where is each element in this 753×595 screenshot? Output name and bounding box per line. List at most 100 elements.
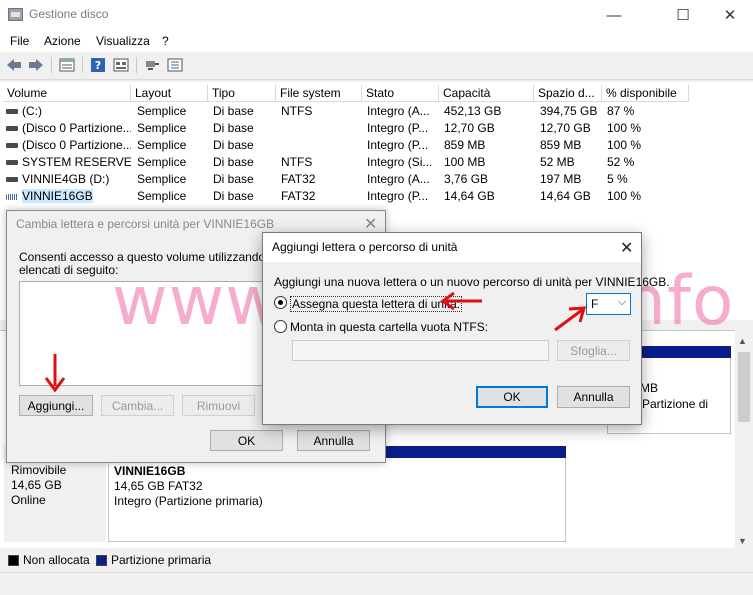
table-cell-fs: FAT32 <box>278 171 362 188</box>
table-row[interactable]: SYSTEM RESERVED Semplice Di base NTFS Integr… <box>0 154 753 171</box>
table-cell-text: Semplice <box>137 104 187 118</box>
table-row[interactable]: VINNIE4GB (D:) Semplice Di base FAT32 Integr… <box>0 171 753 188</box>
browse-button[interactable]: Sfoglia... <box>557 340 630 361</box>
maximize-button[interactable]: ☐ <box>660 0 706 30</box>
title-bar <box>0 0 753 30</box>
menu-file[interactable]: File <box>10 34 29 48</box>
annotation-arrow-down-icon <box>44 354 66 393</box>
table-cell-spazio: 859 MB <box>537 137 602 154</box>
table-cell-capacita: 3,76 GB <box>441 171 534 188</box>
table-cell-layout: Semplice <box>134 154 208 171</box>
table-cell-fs: NTFS <box>278 103 362 120</box>
usb-drive-icon <box>6 194 18 200</box>
column-header-perc[interactable]: % disponibile <box>602 85 689 102</box>
disk-type: Rimovibile <box>11 463 67 477</box>
table-cell-text: 100 MB <box>444 155 486 169</box>
table-cell-tipo: Di base <box>210 137 276 154</box>
cancel-button[interactable]: Annulla <box>557 386 630 408</box>
settings-list-icon[interactable] <box>165 56 185 74</box>
column-header-stato[interactable]: Stato <box>362 85 439 102</box>
table-cell-text: (Disco 0 Partizione... <box>22 121 131 135</box>
close-button[interactable]: ✕ <box>707 0 753 30</box>
table-cell-text: 14,64 GB <box>444 189 495 203</box>
dialog-close-icon[interactable]: ✕ <box>620 238 633 258</box>
menu-azione[interactable]: Azione <box>44 34 81 48</box>
annotation-arrow-left-icon <box>440 291 482 311</box>
connect-icon[interactable] <box>142 56 162 74</box>
table-row[interactable]: VINNIE16GB Semplice Di base FAT32 Integro (P… <box>0 188 753 205</box>
table-cell-stato: Integro (P... <box>364 120 439 137</box>
minimize-button[interactable]: — <box>591 0 637 30</box>
table-cell-text: (Disco 0 Partizione... <box>22 138 131 152</box>
column-header-tipo[interactable]: Tipo <box>208 85 276 102</box>
column-header-layout[interactable]: Layout <box>131 85 208 102</box>
folder-path-input[interactable] <box>292 340 549 361</box>
assign-letter-label[interactable]: Assegna questa lettera di unità: <box>290 296 463 312</box>
list-view-icon[interactable] <box>111 56 131 74</box>
scroll-up-icon[interactable]: ▲ <box>738 336 747 346</box>
remove-button[interactable]: Rimuovi <box>182 395 255 416</box>
change-button[interactable]: Cambia... <box>101 395 174 416</box>
menu-help[interactable]: ? <box>162 34 169 48</box>
dialog-close-icon[interactable]: ✕ <box>364 214 377 234</box>
ok-button[interactable]: OK <box>476 386 548 408</box>
table-cell-fs <box>278 120 362 137</box>
column-header-spazio[interactable]: Spazio d... <box>534 85 602 102</box>
legend-label-primary: Partizione primaria <box>111 553 212 567</box>
help-icon[interactable]: ? <box>88 56 108 74</box>
table-cell-tipo: Di base <box>210 120 276 137</box>
scroll-down-icon[interactable]: ▼ <box>738 536 747 546</box>
legend-label-unallocated: Non allocata <box>23 553 90 567</box>
partition-status: Integro (Partizione primaria) <box>114 494 263 508</box>
column-header-file-system[interactable]: File system <box>276 85 362 102</box>
mount-folder-label[interactable]: Monta in questa cartella vuota NTFS: <box>290 320 488 334</box>
cancel-button[interactable]: Annulla <box>297 430 370 451</box>
disk-status: Online <box>11 493 46 507</box>
table-cell-text: 14,64 GB <box>540 189 591 203</box>
table-row[interactable]: (C:) Semplice Di base NTFS Integro (A... 452,… <box>0 103 753 120</box>
table-cell-text: Integro (A... <box>367 172 430 186</box>
table-row[interactable]: (Disco 0 Partizione... Semplice Di base Int… <box>0 137 753 154</box>
table-cell-layout: Semplice <box>134 188 208 205</box>
table-cell-text: Semplice <box>137 155 187 169</box>
partition-name: VINNIE16GB <box>114 464 186 478</box>
table-cell-volume: VINNIE4GB (D:) <box>19 171 131 188</box>
toolbar-separator <box>51 57 52 73</box>
column-header-volume[interactable]: Volume <box>3 85 131 102</box>
mount-folder-radio[interactable] <box>274 320 287 333</box>
table-cell-text: 394,75 GB <box>540 104 598 118</box>
table-cell-text: Di base <box>213 121 254 135</box>
drive-letter-select[interactable]: F ⌵ <box>586 293 631 315</box>
table-cell-text: 100 % <box>607 121 642 135</box>
table-cell-tipo: Di base <box>210 103 276 120</box>
table-cell-perc: 100 % <box>604 120 689 137</box>
table-cell-spazio: 394,75 GB <box>537 103 602 120</box>
column-header-capacita[interactable]: Capacità <box>439 85 534 102</box>
add-button[interactable]: Aggiungi... <box>19 395 93 416</box>
table-cell-text: SYSTEM RESERVED <box>22 155 131 169</box>
annotation-arrow-diagonal-icon <box>554 306 587 332</box>
menu-visualizza[interactable]: Visualizza <box>96 34 150 48</box>
back-arrow-icon[interactable] <box>4 56 24 74</box>
table-cell-text: Integro (P... <box>367 138 429 152</box>
table-cell-layout: Semplice <box>134 103 208 120</box>
scrollbar-thumb[interactable] <box>738 352 750 422</box>
dialog-description: Aggiungi una nuova lettera o un nuovo pe… <box>274 275 670 289</box>
table-cell-fs <box>278 137 362 154</box>
table-cell-spazio: 197 MB <box>537 171 602 188</box>
table-cell-perc: 5 % <box>604 171 689 188</box>
table-cell-perc: 100 % <box>604 137 689 154</box>
forward-arrow-icon[interactable] <box>26 56 46 74</box>
table-cell-fs: NTFS <box>278 154 362 171</box>
table-cell-volume: SYSTEM RESERVED <box>19 154 131 171</box>
properties-icon[interactable] <box>57 56 77 74</box>
dialog-title: Cambia lettera e percorsi unità per VINN… <box>16 217 275 231</box>
disk-size: 14,65 GB <box>11 478 62 492</box>
table-cell-capacita: 12,70 GB <box>441 120 534 137</box>
table-row[interactable]: (Disco 0 Partizione... Semplice Di base Int… <box>0 120 753 137</box>
ok-button[interactable]: OK <box>210 430 283 451</box>
assign-letter-radio[interactable] <box>274 296 287 309</box>
table-cell-text: Integro (A... <box>367 104 430 118</box>
table-cell-tipo: Di base <box>210 188 276 205</box>
table-cell-text: Semplice <box>137 189 187 203</box>
